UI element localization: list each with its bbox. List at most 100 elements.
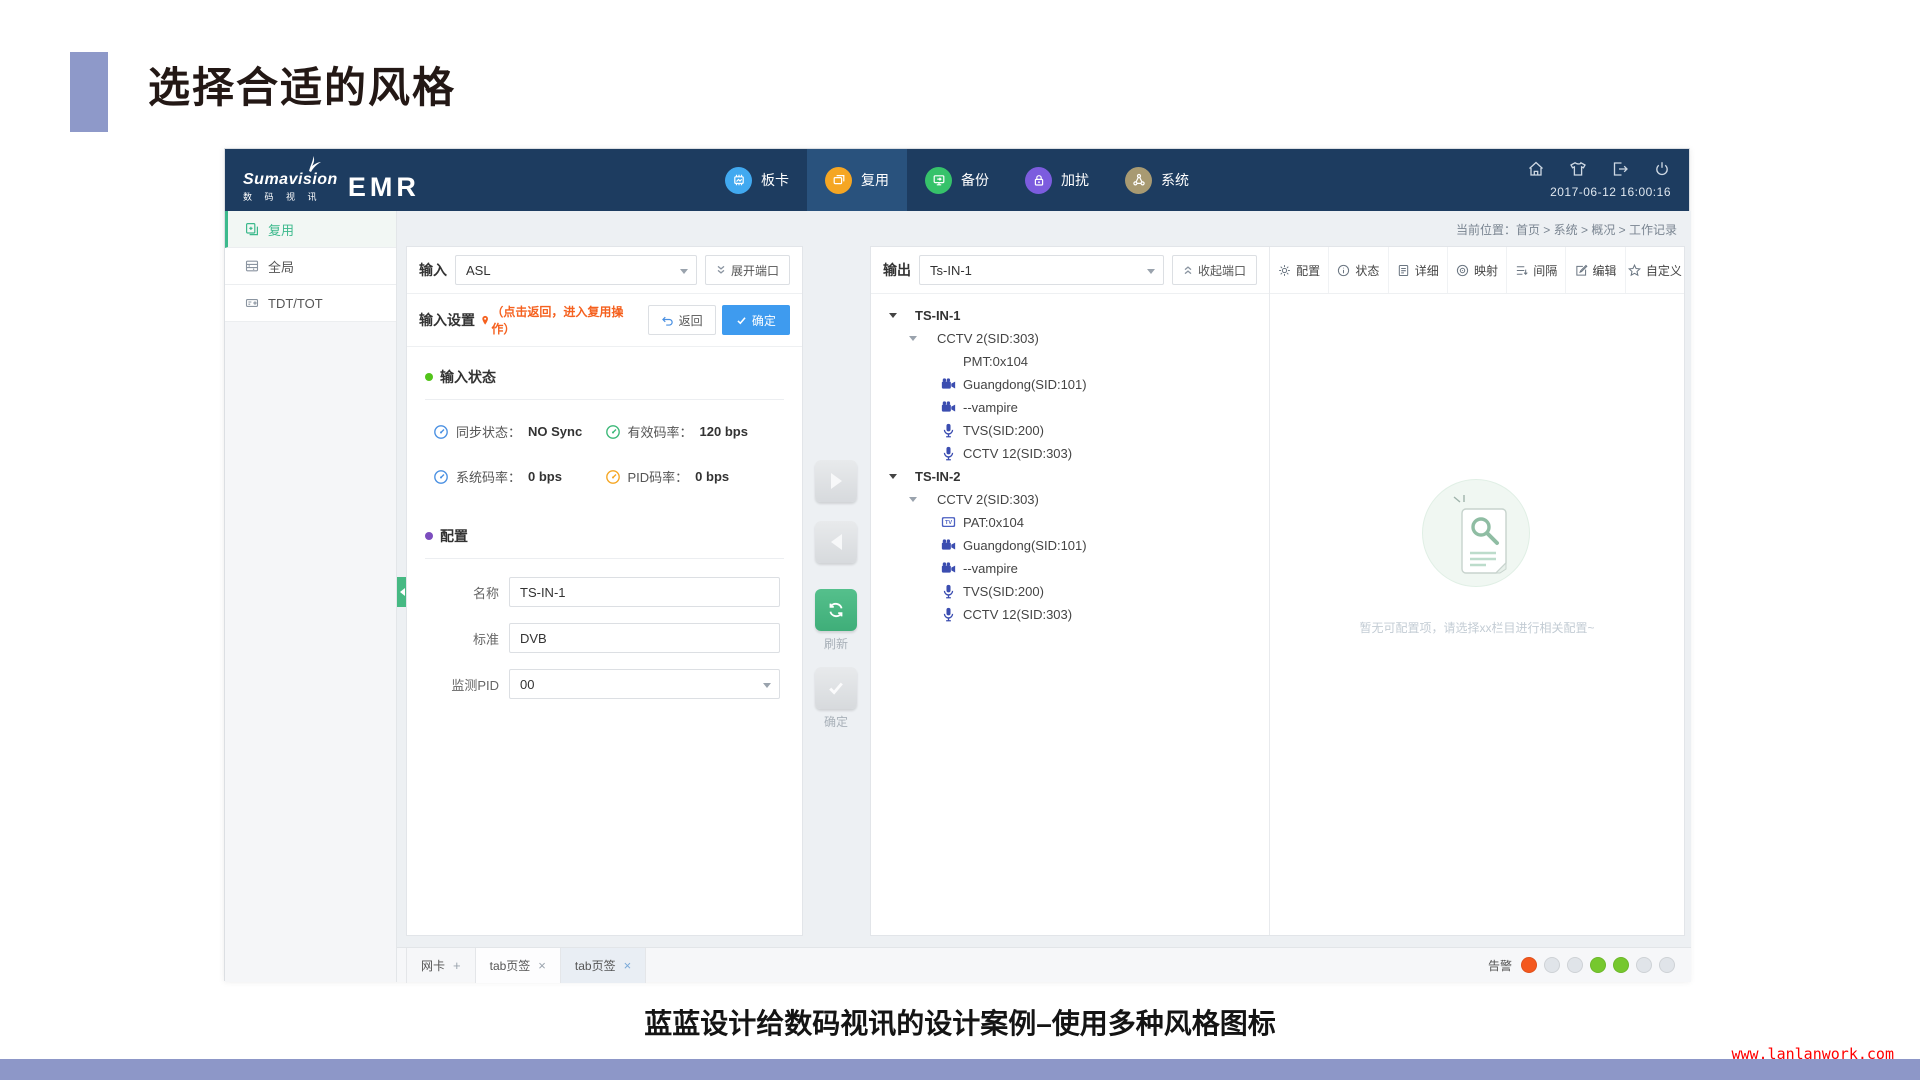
output-tree: TS-IN-1 CCTV 2(SID:303) PMT:0x104 Guangd…: [871, 294, 1269, 626]
alarm-light[interactable]: [1590, 957, 1606, 973]
input-label: 输入: [419, 260, 447, 280]
bottom-tabs: 网卡 + tab页签 × tab页签 ×: [406, 948, 646, 983]
tree-node-audio[interactable]: CCTV 12(SID:303): [871, 442, 1269, 465]
output-port-select[interactable]: Ts-IN-1: [919, 255, 1164, 285]
logo-swoosh-icon: [301, 155, 323, 173]
add-icon[interactable]: +: [453, 958, 461, 973]
nav-item-boards[interactable]: 板卡: [707, 149, 807, 211]
tree-node-video[interactable]: Guangdong(SID:101): [871, 373, 1269, 396]
page-title: 选择合适的风格: [148, 54, 456, 115]
caret-down-icon[interactable]: [889, 313, 897, 318]
caret-down-icon[interactable]: [889, 474, 897, 479]
tree-node-ts[interactable]: TS-IN-1: [871, 304, 1269, 327]
app-logo: Sumavision 数 码 视 讯 EMR: [243, 159, 420, 203]
brand-name: Sumavision: [243, 171, 338, 189]
alarm-light[interactable]: [1659, 957, 1675, 973]
move-left-button[interactable]: [815, 521, 857, 563]
settings-hint: （点击返回，进入复用操作）: [481, 303, 636, 337]
alarm-light[interactable]: [1544, 957, 1560, 973]
gauge-icon: [605, 469, 621, 485]
video-camera-icon: [941, 538, 956, 553]
tree-node-video[interactable]: --vampire: [871, 396, 1269, 419]
name-input[interactable]: [509, 577, 780, 607]
grid-icon: [245, 259, 259, 273]
tab-page-1[interactable]: tab页签 ×: [476, 948, 561, 983]
arrow-right-icon: [831, 473, 842, 489]
caret-down-icon[interactable]: [909, 336, 917, 341]
refresh-button[interactable]: [815, 589, 857, 631]
sidebar-item-global[interactable]: 全局: [225, 248, 396, 285]
caret-down-icon[interactable]: [909, 497, 917, 502]
tree-node-audio[interactable]: TVS(SID:200): [871, 419, 1269, 442]
video-camera-icon: [941, 377, 956, 392]
tab-network-card[interactable]: 网卡 +: [406, 948, 476, 983]
gauge-icon: [433, 424, 449, 440]
empty-state-text: 暂无可配置项，请选择xx栏目进行相关配置~: [1270, 619, 1684, 636]
power-icon[interactable]: [1653, 160, 1671, 178]
double-chevron-up-icon: [1183, 265, 1193, 275]
microphone-icon: [941, 446, 956, 461]
move-right-button[interactable]: [815, 460, 857, 502]
emr-app-window: Sumavision 数 码 视 讯 EMR 板卡 复用: [224, 148, 1690, 981]
card-icon: [245, 296, 259, 310]
alarm-light[interactable]: [1567, 957, 1583, 973]
confirm-button[interactable]: 确定: [722, 305, 790, 335]
theme-shirt-icon[interactable]: [1569, 160, 1587, 178]
home-icon[interactable]: [1527, 160, 1545, 178]
alarm-light[interactable]: [1636, 957, 1652, 973]
field-name: 名称: [425, 577, 780, 607]
undo-arrow-icon: [661, 314, 674, 327]
breadcrumb: 当前位置：首页 > 系统 > 概况 > 工作记录: [1456, 221, 1677, 238]
output-config-panel: 配置 状态 详细 映射: [1270, 247, 1684, 935]
refresh-icon: [826, 600, 846, 620]
output-label: 输出: [883, 260, 911, 280]
sidebar-item-tdt-tot[interactable]: TDT/TOT: [225, 285, 396, 322]
main-nav: 板卡 复用 备份 加扰: [707, 149, 1207, 211]
tree-node-audio[interactable]: TVS(SID:200): [871, 580, 1269, 603]
nav-item-mux[interactable]: 复用: [807, 149, 907, 211]
video-camera-icon: [941, 400, 956, 415]
check-icon: [827, 679, 845, 697]
expand-ports-button[interactable]: 展开端口: [705, 255, 790, 285]
brand-name-cn: 数 码 视 讯: [243, 190, 338, 203]
nav-item-system[interactable]: 系统: [1107, 149, 1207, 211]
collapse-ports-button[interactable]: 收起端口: [1172, 255, 1257, 285]
green-dot-icon: [425, 373, 433, 381]
gauge-icon: [605, 424, 621, 440]
nav-item-scramble[interactable]: 加扰: [1007, 149, 1107, 211]
purple-dot-icon: [425, 532, 433, 540]
microphone-icon: [941, 584, 956, 599]
apply-button[interactable]: [815, 667, 857, 709]
input-panel: 输入 ASL 展开端口 输入设置 （点击返回，进入复用操作）: [406, 246, 803, 936]
gauge-icon: [433, 469, 449, 485]
field-monitor-pid: 监测PID 00: [425, 669, 780, 699]
sidebar-item-mux[interactable]: 复用: [225, 211, 396, 248]
caret-down-icon: [1147, 269, 1155, 274]
tree-node-video[interactable]: Guangdong(SID:101): [871, 534, 1269, 557]
close-icon[interactable]: ×: [624, 958, 632, 973]
tree-node-video[interactable]: --vampire: [871, 557, 1269, 580]
alarm-light[interactable]: [1613, 957, 1629, 973]
caret-down-icon: [763, 683, 771, 688]
nav-item-backup[interactable]: 备份: [907, 149, 1007, 211]
bottom-bar: 网卡 + tab页签 × tab页签 × 告警: [397, 947, 1691, 982]
tree-node-ts[interactable]: TS-IN-2: [871, 465, 1269, 488]
tree-node-pmt[interactable]: PMT:0x104: [871, 350, 1269, 373]
monitor-pid-select[interactable]: 00: [509, 669, 780, 699]
logout-icon[interactable]: [1611, 160, 1629, 178]
input-port-select[interactable]: ASL: [455, 255, 697, 285]
tab-page-2[interactable]: tab页签 ×: [561, 948, 646, 983]
standard-input[interactable]: [509, 623, 780, 653]
alarm-label: 告警: [1488, 957, 1512, 974]
alarm-light[interactable]: [1521, 957, 1537, 973]
tree-node-service[interactable]: CCTV 2(SID:303): [871, 327, 1269, 350]
tree-node-pat[interactable]: TVPAT:0x104: [871, 511, 1269, 534]
back-button[interactable]: 返回: [648, 305, 716, 335]
input-settings-label: 输入设置: [419, 310, 475, 330]
board-icon: [725, 167, 752, 194]
system-datetime: 2017-06-12 16:00:16: [1550, 185, 1671, 199]
slide: 选择合适的风格 Sumavision 数 码 视 讯 EMR 板卡: [0, 0, 1920, 1080]
tree-node-service[interactable]: CCTV 2(SID:303): [871, 488, 1269, 511]
tree-node-audio[interactable]: CCTV 12(SID:303): [871, 603, 1269, 626]
close-icon[interactable]: ×: [538, 958, 546, 973]
